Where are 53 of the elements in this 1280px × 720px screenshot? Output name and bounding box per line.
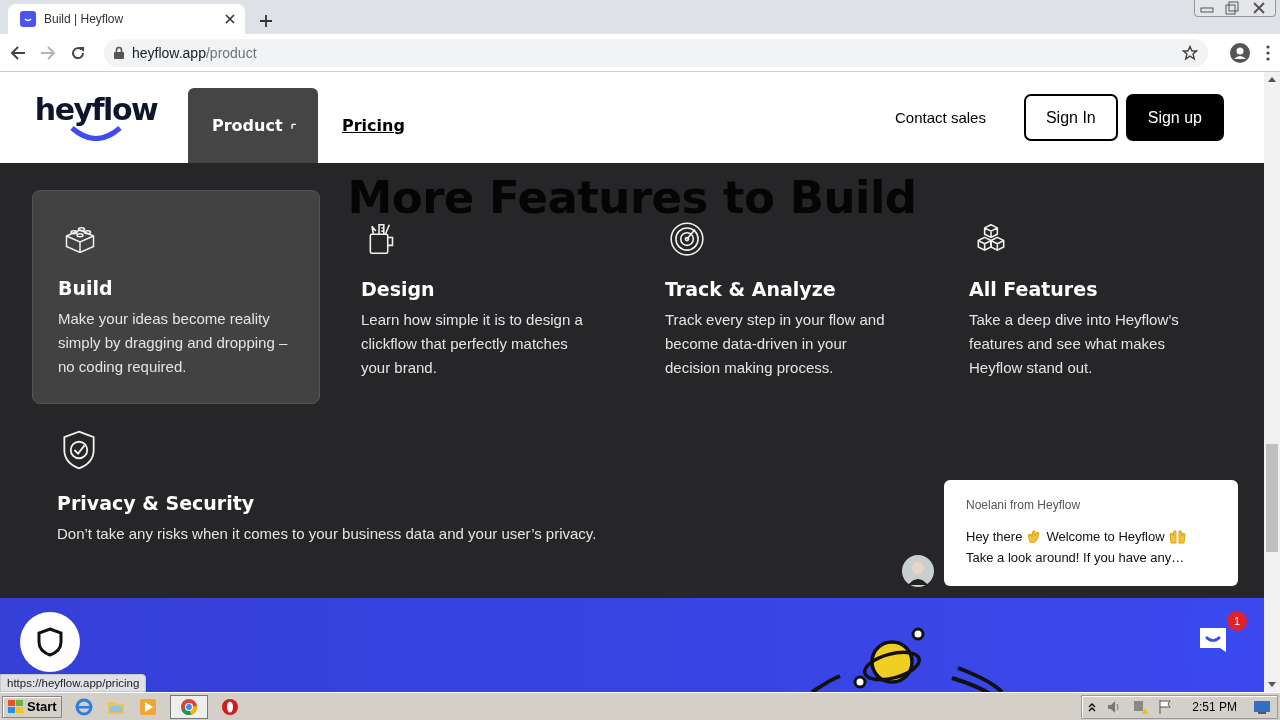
menu-item-link[interactable]: Privacy & Security bbox=[57, 492, 255, 514]
menu-item-text: Make your ideas become reality simply by dragging and dropping – no coding required. bbox=[58, 309, 289, 377]
menu-item-text: Take a deep dive into Heyflow’s features and see what makes Heyflow stand out. bbox=[969, 310, 1180, 378]
chevron-up-icon[interactable] bbox=[1088, 701, 1097, 712]
chrome-icon bbox=[178, 696, 199, 717]
contact-sales-link[interactable]: Contact sales bbox=[895, 109, 986, 126]
raised-hands-icon bbox=[1168, 528, 1187, 544]
chat-message: Take a look around! If you have any… bbox=[966, 550, 1186, 565]
scrollbar[interactable] bbox=[1264, 72, 1280, 692]
smile-logo-icon bbox=[20, 11, 36, 27]
opera-icon[interactable] bbox=[219, 696, 240, 717]
menu-item-link[interactable]: Design bbox=[361, 278, 435, 300]
internet-explorer-icon[interactable] bbox=[73, 696, 94, 717]
scroll-thumb[interactable] bbox=[1266, 444, 1278, 552]
shield-icon bbox=[37, 627, 63, 657]
menu-icon[interactable] bbox=[1266, 44, 1270, 61]
show-desktop-icon[interactable] bbox=[1253, 698, 1271, 715]
menu-item-text: Learn how simple it is to design a clickflow that perfectly matches your brand. bbox=[361, 310, 584, 378]
nav-item[interactable]: Pricing bbox=[318, 88, 427, 163]
new-tab-icon[interactable] bbox=[259, 14, 273, 28]
tab-title: Build | Heyflow bbox=[44, 12, 125, 26]
browser-tab[interactable]: Build | Heyflow bbox=[8, 4, 245, 34]
menu-item-link[interactable]: Track & Analyze bbox=[665, 278, 836, 300]
chat-sender: Noelani from Heyflow bbox=[966, 498, 1082, 512]
smile-icon bbox=[68, 124, 124, 141]
url-text: heyflow.app/product bbox=[132, 44, 257, 61]
star-icon[interactable] bbox=[1182, 44, 1198, 61]
chat-popup[interactable]: Noelani from Heyflow Hey there Welcome to Heyflow Take a look around! If you have any… bbox=[944, 480, 1238, 586]
lock-icon bbox=[114, 46, 124, 59]
menu-item-link[interactable]: All Features bbox=[969, 278, 1098, 300]
clapping-hands-icon bbox=[1026, 528, 1043, 544]
flag-icon[interactable] bbox=[1158, 698, 1173, 715]
chat-greeting: Welcome to Heyflow bbox=[1046, 528, 1165, 544]
menu-item-text: Don’t take any risks when it comes to your business data and your user’s privacy. bbox=[57, 524, 597, 544]
clock: 2:51 PM bbox=[1192, 699, 1237, 714]
sign-up-button[interactable]: Sign up bbox=[1125, 94, 1224, 141]
nav-item[interactable]: Product bbox=[188, 88, 318, 163]
start-button[interactable]: Start bbox=[2, 695, 62, 718]
windows-logo-icon bbox=[7, 698, 25, 715]
menu-item-text: Track every step in your flow and become data-driven in your decision making process. bbox=[665, 310, 886, 378]
status-url: https://heyflow.app/pricing bbox=[0, 674, 147, 692]
sign-in-button[interactable]: Sign In bbox=[1023, 94, 1118, 141]
avatar bbox=[902, 555, 934, 587]
chrome-taskbar-button[interactable] bbox=[169, 694, 208, 719]
chat-greeting: Hey there bbox=[966, 528, 1023, 544]
menu-item-link[interactable]: Build bbox=[58, 277, 113, 299]
reload-icon[interactable] bbox=[70, 44, 86, 61]
chat-icon bbox=[1198, 626, 1228, 654]
address-bar[interactable]: heyflow.app/product bbox=[104, 38, 1208, 67]
close-icon[interactable] bbox=[225, 14, 235, 24]
logo-text[interactable]: heyflow bbox=[34, 94, 158, 125]
profile-icon[interactable] bbox=[1230, 42, 1250, 63]
back-icon[interactable] bbox=[10, 44, 26, 61]
